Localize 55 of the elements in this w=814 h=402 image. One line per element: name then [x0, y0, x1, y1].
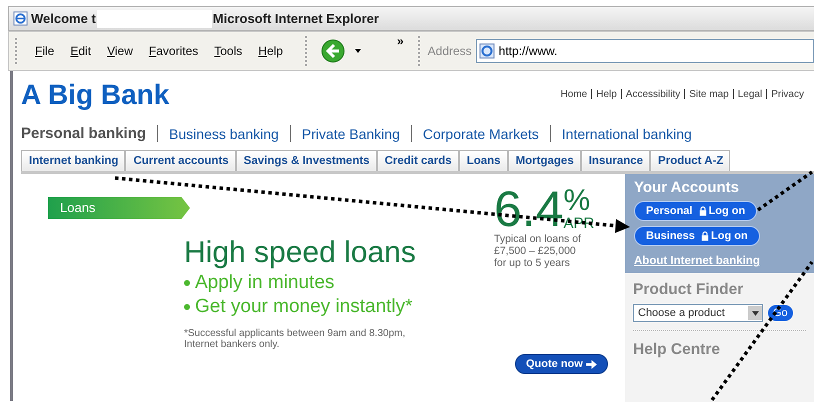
nav-tab[interactable]: Loans [458, 150, 508, 171]
log-on-button[interactable]: Business Log on [634, 226, 760, 246]
nav-tab[interactable]: Product A-Z [650, 150, 730, 171]
address-label: Address [428, 44, 472, 58]
more-button[interactable]: » [396, 34, 404, 48]
menu-item[interactable]: File [35, 44, 54, 58]
section-link[interactable]: International banking [560, 126, 694, 142]
dropdown-arrow-icon[interactable] [354, 49, 361, 53]
window-title: Welcome t [31, 11, 96, 26]
page-icon [478, 43, 495, 59]
log-on-button[interactable]: Personal Log on [634, 201, 758, 221]
lock-icon [701, 231, 710, 241]
lock-icon [698, 206, 707, 216]
section-link[interactable]: Corporate Markets [420, 126, 541, 142]
arrow-icon [586, 360, 597, 368]
footnote: *Successful applicants between 9am and 8.30pm, Internet bankers only. [184, 328, 406, 350]
utility-link[interactable]: Help [596, 88, 617, 100]
utility-link[interactable]: Site map [689, 88, 729, 100]
nav-tab[interactable]: Insurance [580, 150, 650, 171]
product-select[interactable]: Choose a product [633, 304, 763, 322]
nav-tab[interactable]: Credit cards [376, 150, 459, 171]
bank-logo[interactable]: A Big Bank [21, 79, 170, 111]
promo-headline: High speed loans [184, 236, 417, 270]
rate-note: Typical on loans of £7,500 – £25,000 for up to 5 years [494, 233, 582, 269]
back-icon[interactable] [320, 39, 345, 63]
section-heading: Help Centre [633, 341, 721, 359]
nav-tab[interactable]: Mortgages [508, 150, 581, 171]
promo-bullet: Apply in minutes [195, 272, 334, 294]
address-field[interactable]: http://www. [476, 39, 814, 63]
bullet-icon [184, 280, 190, 286]
utility-link[interactable]: Home [560, 88, 588, 100]
utility-link[interactable]: Accessibility [626, 88, 680, 100]
menu-item[interactable]: Favorites [148, 44, 198, 58]
nav-tab[interactable]: Internet banking [21, 150, 126, 171]
section-link[interactable]: Private Banking [300, 126, 402, 142]
utility-link[interactable]: Legal [738, 88, 762, 100]
promo-bullet: Get your money instantly* [195, 296, 413, 318]
menu-item[interactable]: View [107, 44, 133, 58]
section-heading: Your Accounts [634, 179, 740, 196]
dropdown-arrow-icon[interactable] [752, 310, 758, 316]
menu-item[interactable]: Help [258, 44, 283, 58]
dotted-line [757, 170, 813, 212]
nav-tab[interactable]: Savings & Investments [236, 150, 377, 171]
window-title: Microsoft Internet Explorer [212, 11, 379, 26]
browser-icon [13, 11, 28, 26]
section-heading: Product Finder [633, 281, 744, 299]
menu-item[interactable]: Tools [214, 44, 242, 58]
menu-item[interactable]: Edit [70, 44, 92, 58]
utility-link[interactable]: Privacy [771, 88, 804, 100]
section-link[interactable]: Personal banking [21, 125, 148, 142]
quote-button[interactable]: Quote now [515, 354, 608, 374]
bullet-icon [184, 304, 190, 310]
nav-tab[interactable]: Current accounts [125, 150, 236, 171]
section-link[interactable]: Business banking [167, 126, 281, 142]
loans-tag: Loans [48, 197, 190, 219]
